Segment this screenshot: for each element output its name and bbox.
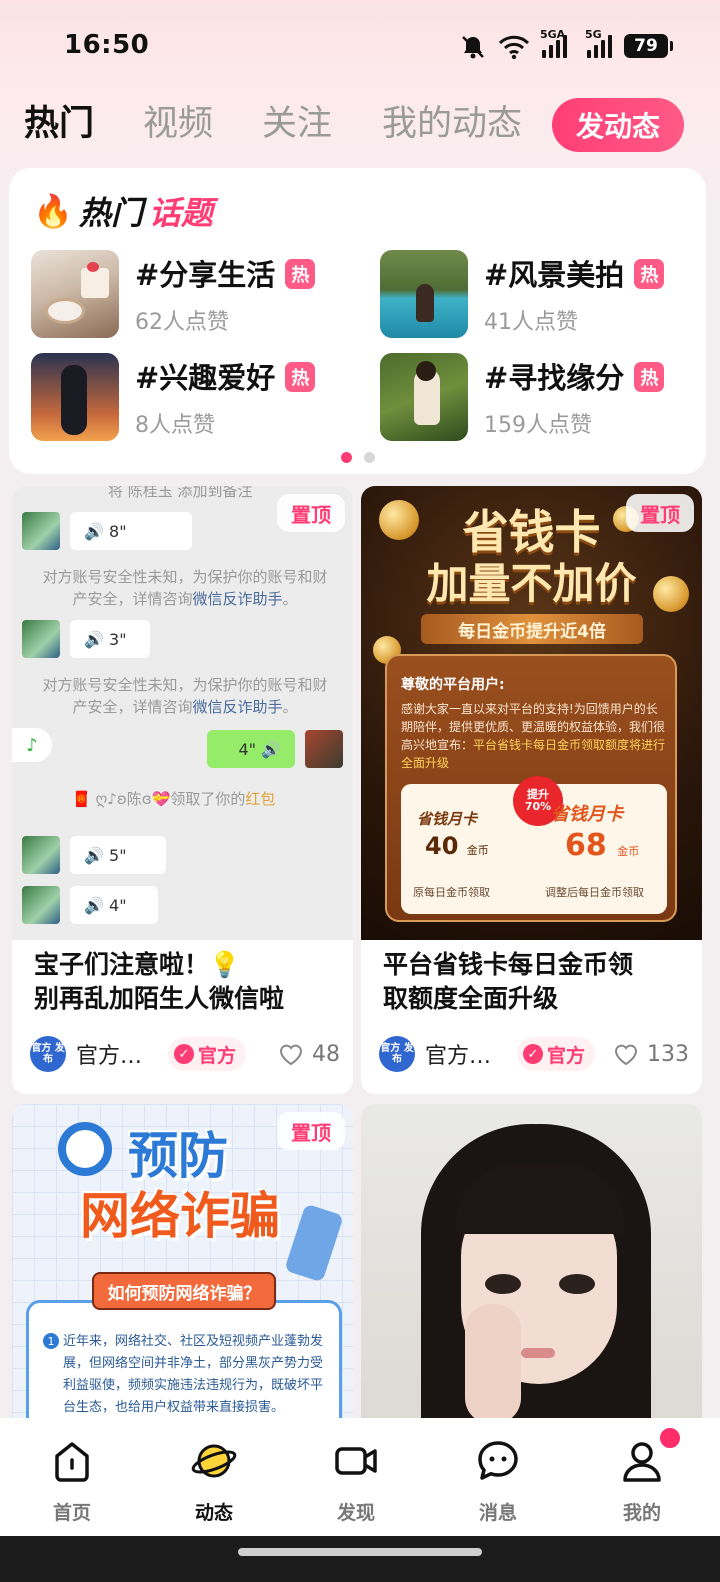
- topic-name: #寻找缘分热: [484, 355, 665, 397]
- chat-voice-row: 🔊 4": [22, 886, 158, 924]
- chat-notice: 对方账号安全性未知，为保护你的账号和财产安全，详情咨询微信反诈助手。: [42, 676, 328, 716]
- pinned-badge: 置顶: [277, 494, 345, 532]
- like-count: 48: [312, 1041, 340, 1067]
- official-badge: ✓ 官方: [517, 1037, 596, 1071]
- chat-notice: 对方账号安全性未知，为保护你的账号和财产安全，详情咨询微信反诈助手。: [42, 568, 328, 608]
- mute-bell-icon: [460, 32, 486, 60]
- like-button[interactable]: 48: [278, 1042, 340, 1067]
- hot-badge: 热: [285, 259, 316, 289]
- post-meta: 官方 发布 官方… ✓ 官方 48: [30, 1034, 340, 1074]
- chat-screenshot-image: 将 陈桂玉 添加到备注 🔊 8" 对方账号安全性未知，为保护你的账号和财产安全，…: [12, 486, 353, 940]
- status-icons: 5GA 5G 79: [460, 28, 673, 60]
- topic-thumbnail: [380, 250, 468, 338]
- topic-share-life[interactable]: #分享生活热 62人点赞: [31, 250, 361, 342]
- video-camera-icon: [335, 1447, 377, 1475]
- chat-my-voice-row: 4" 🔊: [207, 730, 343, 768]
- portrait-photo: [361, 1104, 702, 1424]
- nav-me[interactable]: 我的: [592, 1438, 692, 1525]
- nav-moments[interactable]: 动态: [164, 1438, 264, 1525]
- heart-icon: [279, 1044, 303, 1066]
- like-count: 133: [647, 1041, 689, 1067]
- nav-home[interactable]: 首页: [22, 1438, 122, 1525]
- carousel-dot-active[interactable]: [341, 452, 352, 463]
- hot-topics-card: 🔥 热门 话题 #分享生活热 62人点赞 #风景美拍热 41人点赞 #兴趣爱好热 …: [9, 168, 706, 474]
- status-time: 16:50: [64, 30, 150, 60]
- topic-name: #分享生活热: [135, 252, 316, 294]
- feed-card-fraud-prevention[interactable]: 预防 网络诈骗 1 近年来，网络社交、社区及短视频产业蓬勃发展，但网络空间并非净…: [12, 1104, 353, 1424]
- verified-check-icon: ✓: [174, 1044, 194, 1064]
- fraud-prevention-poster: 预防 网络诈骗 1 近年来，网络社交、社区及短视频产业蓬勃发展，但网络空间并非净…: [12, 1104, 353, 1424]
- pinned-badge: 置顶: [626, 494, 694, 532]
- fire-icon: 🔥: [33, 192, 73, 230]
- music-note-icon[interactable]: ♪: [12, 728, 52, 762]
- like-button[interactable]: 133: [613, 1042, 689, 1067]
- carousel-dot[interactable]: [364, 452, 375, 463]
- promo-panel: 尊敬的平台用户: 感谢大家一直以来对平台的支持!为回馈用户的长期陪伴，提供更优质…: [385, 654, 677, 922]
- hot-badge: 热: [634, 362, 665, 392]
- hot-topics-title: 🔥 热门 话题: [33, 192, 213, 232]
- topic-thumbnail: [31, 250, 119, 338]
- hot-badge: 热: [634, 259, 665, 289]
- tab-video[interactable]: 视频: [143, 96, 213, 152]
- hot-badge: 热: [285, 362, 316, 392]
- nav-messages[interactable]: 消息: [448, 1438, 548, 1525]
- author-name[interactable]: 官方…: [76, 1038, 162, 1070]
- tab-my-posts[interactable]: 我的动态: [382, 96, 522, 152]
- official-avatar[interactable]: 官方 发布: [379, 1036, 415, 1072]
- notification-dot: [658, 1426, 682, 1450]
- savings-card-promo-image: 省钱卡 加量不加价 每日金币提升近4倍 尊敬的平台用户: 感谢大家一直以来对平台…: [361, 486, 702, 940]
- avatar: [22, 886, 60, 924]
- signal-5g-icon: 5G: [585, 28, 612, 58]
- chat-bubble-icon: [478, 1441, 518, 1480]
- avatar: [305, 730, 343, 768]
- user-icon: [623, 1442, 661, 1482]
- topic-likes: 62人点赞: [135, 310, 229, 335]
- chat-voice-row: 🔊 5": [22, 836, 166, 874]
- feed-card-portrait[interactable]: [361, 1104, 702, 1424]
- system-home-bar: [0, 1536, 720, 1582]
- tab-follow[interactable]: 关注: [262, 96, 332, 152]
- author-name[interactable]: 官方…: [425, 1038, 511, 1070]
- post-button[interactable]: 发动态: [552, 98, 684, 152]
- home-icon: [55, 1442, 89, 1482]
- chat-voice-row: 🔊 3": [22, 620, 150, 658]
- post-title: 宝子们注意啦！💡 别再乱加陌生人微信啦: [34, 950, 285, 1013]
- promo-comparison: 提升 70% 省钱月卡 40 金币 原每日金币领取 省钱月卡 68 金币 调整后…: [401, 776, 667, 914]
- official-badge: ✓ 官方: [168, 1037, 247, 1071]
- avatar: [22, 620, 60, 658]
- status-bar: 16:50 5GA 5G 79: [0, 0, 720, 90]
- verified-check-icon: ✓: [523, 1044, 543, 1064]
- post-title: 平台省钱卡每日金币领 取额度全面升级: [383, 950, 634, 1013]
- signal-5ga-icon: 5GA: [540, 28, 567, 58]
- avatar: [22, 512, 60, 550]
- chat-red-packet-note: 🧧 ღ♪ʚ陈ɞ💝领取了你的红包: [72, 790, 276, 808]
- topic-name: #风景美拍热: [484, 252, 665, 294]
- battery-icon: 79: [624, 34, 673, 58]
- topic-thumbnail: [380, 353, 468, 441]
- post-meta: 官方 发布 官方… ✓ 官方 133: [379, 1034, 689, 1074]
- avatar: [22, 836, 60, 874]
- topic-likes: 8人点赞: [135, 413, 215, 438]
- feed-card-fraud-warning[interactable]: 将 陈桂玉 添加到备注 🔊 8" 对方账号安全性未知，为保护你的账号和财产安全，…: [12, 486, 353, 1094]
- bottom-nav: 首页 动态 发现 消息 我的: [0, 1418, 720, 1536]
- wifi-icon: [498, 32, 530, 60]
- planet-icon: [191, 1444, 237, 1478]
- topic-thumbnail: [31, 353, 119, 441]
- topic-hobbies[interactable]: #兴趣爱好热 8人点赞: [31, 353, 361, 445]
- feed-card-savings-card[interactable]: 省钱卡 加量不加价 每日金币提升近4倍 尊敬的平台用户: 感谢大家一直以来对平台…: [361, 486, 702, 1094]
- chat-voice-row: 🔊 8": [22, 512, 192, 550]
- tab-hot[interactable]: 热门: [24, 96, 94, 152]
- topic-scenery[interactable]: #风景美拍热 41人点赞: [380, 250, 710, 342]
- pinned-badge: 置顶: [277, 1112, 345, 1150]
- nav-discover[interactable]: 发现: [306, 1438, 406, 1525]
- heart-icon: [614, 1044, 638, 1066]
- topic-find-love[interactable]: #寻找缘分热 159人点赞: [380, 353, 710, 445]
- carousel-dots: [341, 452, 375, 463]
- topic-name: #兴趣爱好热: [135, 355, 316, 397]
- topic-likes: 159人点赞: [484, 413, 592, 438]
- official-avatar[interactable]: 官方 发布: [30, 1036, 66, 1072]
- home-indicator[interactable]: [238, 1548, 482, 1556]
- topic-likes: 41人点赞: [484, 310, 578, 335]
